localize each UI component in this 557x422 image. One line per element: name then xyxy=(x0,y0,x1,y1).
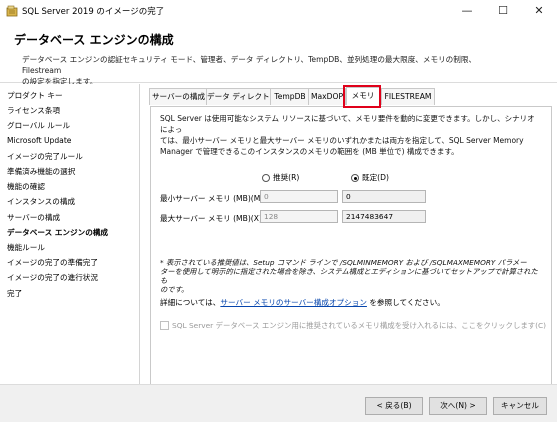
sidebar-item-microsoft-update[interactable]: Microsoft Update xyxy=(7,136,71,145)
window-title: SQL Server 2019 のイメージの完了 xyxy=(22,7,165,17)
default-radio-label[interactable]: 既定(D) xyxy=(362,172,389,183)
tab-data-directories[interactable]: データ ディレクトリ xyxy=(206,88,277,105)
page-title: データベース エンジンの構成 xyxy=(14,33,174,47)
memory-intro-line3: Manager で管理できるこのインスタンスのメモリの範囲を (MB 単位で) … xyxy=(160,147,459,156)
page-description-line1: データベース エンジンの認証セキュリティ モード、管理者、データ ディレクトリ、… xyxy=(22,55,477,75)
note-line2: ターを使用して明示的に指定された場合を除き、システム構成とエディションに基づいて… xyxy=(160,267,538,285)
accept-recommended-label[interactable]: SQL Server データベース エンジン用に推奨されているメモリ構成を受け入… xyxy=(172,320,546,331)
sql-server-setup-icon xyxy=(6,5,18,17)
recommended-values-note: * 表示されている推奨値は、Setup コマンド ラインで /SQLMINMEM… xyxy=(160,258,544,294)
tab-filestream[interactable]: FILESTREAM xyxy=(381,88,435,105)
note-line3: のです。 xyxy=(160,285,189,294)
sidebar: プロダクト キー ライセンス条項 グローバル ルール Microsoft Upd… xyxy=(0,84,140,384)
page-description: データベース エンジンの認証セキュリティ モード、管理者、データ ディレクトリ、… xyxy=(22,54,502,87)
sidebar-item-image-complete-rules[interactable]: イメージの完了ルール xyxy=(7,151,83,162)
max-memory-value-field[interactable]: 2147483647 xyxy=(342,210,426,223)
minimize-button[interactable]: — xyxy=(449,0,485,22)
memory-intro-line1: SQL Server は使用可能なシステム リソースに基づいて、メモリ要件を動的… xyxy=(160,114,535,134)
sidebar-item-product-key[interactable]: プロダクト キー xyxy=(7,90,63,101)
details-suffix: を参照してください。 xyxy=(366,298,445,307)
default-radio[interactable] xyxy=(351,174,359,182)
sidebar-item-feature-review[interactable]: 機能の確認 xyxy=(7,181,45,192)
close-button[interactable]: ✕ xyxy=(521,0,557,22)
cancel-button[interactable]: キャンセル xyxy=(493,397,547,415)
sidebar-item-prepared-features[interactable]: 準備済み機能の選択 xyxy=(7,166,75,177)
sidebar-item-completion-progress[interactable]: イメージの完了の進行状況 xyxy=(7,272,98,283)
details-line: 詳細については、サーバー メモリのサーバー構成オプション を参照してください。 xyxy=(160,297,445,308)
max-memory-recommended-field: 128 xyxy=(260,210,338,223)
tab-maxdop[interactable]: MaxDOP xyxy=(308,88,346,105)
sidebar-item-ready-to-complete[interactable]: イメージの完了の準備完了 xyxy=(7,257,98,268)
tab-server-config[interactable]: サーバーの構成 xyxy=(149,88,208,105)
accept-recommended-checkbox[interactable] xyxy=(160,321,169,330)
memory-intro-text: SQL Server は使用可能なシステム リソースに基づいて、メモリ要件を動的… xyxy=(160,113,540,157)
server-memory-options-link[interactable]: サーバー メモリのサーバー構成オプション xyxy=(220,298,367,307)
sidebar-item-global-rules[interactable]: グローバル ルール xyxy=(7,120,70,131)
sidebar-item-feature-rules[interactable]: 機能ルール xyxy=(7,242,45,253)
recommended-radio-label[interactable]: 推奨(R) xyxy=(273,172,299,183)
min-memory-recommended-field: 0 xyxy=(260,190,338,203)
memory-intro-line2: ては、最小サーバー メモリと最大サーバー メモリのいずれかまたは両方を指定して、… xyxy=(160,136,524,145)
min-memory-value-field[interactable]: 0 xyxy=(342,190,426,203)
recommended-radio[interactable] xyxy=(262,174,270,182)
sidebar-item-database-engine-config[interactable]: データベース エンジンの構成 xyxy=(7,227,108,238)
maximize-button[interactable]: ☐ xyxy=(485,0,521,22)
sidebar-item-server-config[interactable]: サーバーの構成 xyxy=(7,212,60,223)
back-button[interactable]: < 戻る(B) xyxy=(365,397,423,415)
tab-tempdb[interactable]: TempDB xyxy=(270,88,310,105)
selected-tab-highlight xyxy=(343,85,381,108)
sidebar-item-instance-config[interactable]: インスタンスの構成 xyxy=(7,196,75,207)
sidebar-item-license-terms[interactable]: ライセンス条項 xyxy=(7,105,60,116)
note-line1: * 表示されている推奨値は、Setup コマンド ラインで /SQLMINMEM… xyxy=(160,258,527,267)
min-memory-label: 最小サーバー メモリ (MB)(M): xyxy=(160,194,266,203)
details-prefix: 詳細については、 xyxy=(160,298,221,307)
max-memory-label: 最大サーバー メモリ (MB)(X): xyxy=(160,214,265,223)
sidebar-item-complete[interactable]: 完了 xyxy=(7,288,22,299)
next-button[interactable]: 次へ(N) > xyxy=(429,397,487,415)
